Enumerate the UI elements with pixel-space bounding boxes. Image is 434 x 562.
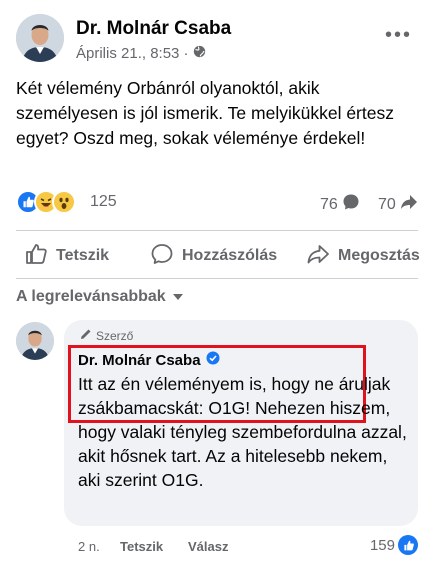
comment-count[interactable]: 76 bbox=[320, 193, 360, 216]
comment-sort-dropdown[interactable]: A legrelevánsabbak bbox=[16, 288, 184, 306]
comment-reaction-count-value: 159 bbox=[369, 536, 395, 554]
share-count-value: 70 bbox=[378, 195, 396, 213]
author-badge: Szerző bbox=[80, 328, 133, 343]
comment-button[interactable]: Hozzászólás bbox=[150, 238, 277, 274]
comment-button-label: Hozzászólás bbox=[182, 247, 278, 264]
post-timestamp[interactable]: Április 21., 8:53 · bbox=[76, 45, 189, 62]
comment-footer: 2 n. Tetszik Válasz 159 bbox=[78, 535, 418, 557]
comment-time[interactable]: 2 n. bbox=[78, 539, 100, 554]
comment-author-name: Dr. Molnár Csaba bbox=[78, 351, 201, 369]
sort-label: A legrelevánsabbak bbox=[16, 288, 166, 305]
comment-author[interactable]: Dr. Molnár Csaba bbox=[78, 351, 220, 369]
like-button-label: Tetszik bbox=[56, 247, 110, 264]
comment-text: Itt az én véleményem is, hogy ne áruljak… bbox=[78, 374, 407, 490]
author-badge-label: Szerző bbox=[96, 328, 134, 343]
pencil-icon bbox=[80, 328, 92, 343]
like-reaction-icon bbox=[398, 535, 418, 555]
more-options-button[interactable]: ••• bbox=[385, 25, 412, 45]
share-button-label: Megosztás bbox=[338, 247, 420, 264]
comment-bubble-icon bbox=[342, 193, 360, 216]
post-meta: Április 21., 8:53 · bbox=[76, 45, 206, 62]
post-actions: Tetszik Hozzászólás Megosztás bbox=[0, 238, 434, 274]
globe-icon bbox=[193, 45, 206, 62]
comment-reply-button[interactable]: Válasz bbox=[188, 539, 228, 554]
reaction-count[interactable]: 125 bbox=[90, 193, 117, 211]
like-button[interactable]: Tetszik bbox=[24, 238, 109, 274]
comment-like-button[interactable]: Tetszik bbox=[120, 539, 163, 554]
divider bbox=[16, 230, 418, 231]
comment-icon bbox=[150, 242, 174, 271]
thumbs-up-icon bbox=[24, 242, 48, 271]
share-arrow-icon bbox=[400, 193, 418, 216]
comment-bubble: Szerző Dr. Molnár Csaba Itt az én vélemé… bbox=[64, 320, 418, 526]
reaction-icons[interactable] bbox=[16, 190, 76, 214]
share-button[interactable]: Megosztás bbox=[306, 238, 420, 274]
wow-reaction-icon bbox=[52, 190, 76, 214]
caret-down-icon bbox=[172, 288, 184, 306]
verified-badge-icon bbox=[206, 351, 220, 369]
comment-avatar[interactable] bbox=[16, 322, 54, 360]
divider bbox=[16, 278, 418, 279]
post-author-name[interactable]: Dr. Molnár Csaba bbox=[76, 18, 231, 40]
post-stats: 125 76 70 bbox=[16, 188, 418, 218]
post-header: Dr. Molnár Csaba Április 21., 8:53 · ••• bbox=[0, 0, 434, 70]
comment-reaction-count[interactable]: 159 bbox=[370, 535, 418, 555]
avatar[interactable] bbox=[16, 14, 64, 62]
post-text: Két vélemény Orbánról olyanoktól, akik s… bbox=[16, 78, 394, 148]
share-icon bbox=[306, 242, 330, 271]
comment-count-value: 76 bbox=[320, 195, 338, 213]
share-count[interactable]: 70 bbox=[378, 193, 418, 216]
